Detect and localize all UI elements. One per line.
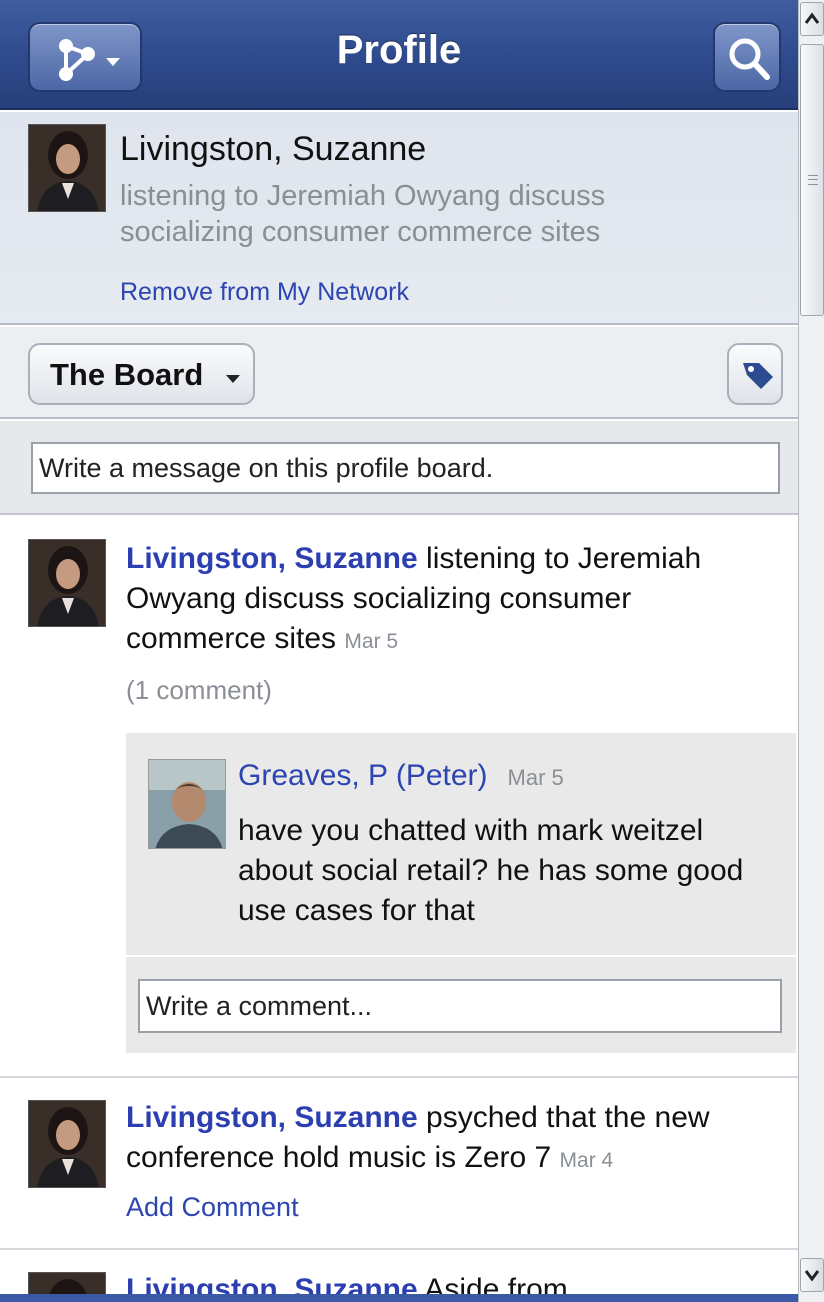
profile-status: listening to Jeremiah Owyang discuss soc…: [120, 180, 606, 248]
comment-divider: [126, 955, 796, 957]
post-text: Livingston, Suzanne listening to Jeremia…: [126, 539, 766, 662]
board-message-input[interactable]: [31, 442, 780, 494]
profile-name: Livingston, Suzanne: [120, 130, 427, 168]
scroll-up-button[interactable]: [800, 2, 824, 36]
comment-thread: Greaves, P (Peter) Mar 5 have you chatted…: [126, 733, 796, 1053]
comment-author-link[interactable]: Greaves, P (Peter): [238, 759, 488, 792]
header-bar: Profile: [0, 0, 798, 110]
grip-icon: [808, 175, 818, 185]
tag-icon: [743, 363, 773, 389]
board-post: Livingston, Suzanne psyched that the new…: [0, 1078, 798, 1248]
comment-avatar[interactable]: [148, 759, 226, 849]
post-avatar[interactable]: [28, 1100, 106, 1188]
post-text: Livingston, Suzanne Aside from: [126, 1270, 766, 1294]
profile-summary: Livingston, Suzanne listening to Jeremia…: [0, 112, 798, 325]
comment-count[interactable]: (1 comment): [126, 675, 272, 706]
board-selector[interactable]: The Board: [28, 343, 255, 405]
chevron-down-icon: [226, 375, 240, 383]
scrollbar-thumb[interactable]: [800, 44, 824, 316]
post-date: Mar 4: [559, 1149, 614, 1172]
app-window: Profile Livingston, Suzanne listening to…: [0, 0, 798, 1302]
post-author-link[interactable]: Livingston, Suzanne: [126, 542, 418, 575]
tag-button[interactable]: [727, 343, 783, 405]
chevron-up-icon: [804, 12, 820, 24]
comment-header: Greaves, P (Peter) Mar 5: [238, 759, 564, 793]
comment-input[interactable]: [138, 979, 782, 1033]
board-selector-label: The Board: [50, 357, 204, 392]
profile-avatar[interactable]: [28, 124, 106, 212]
search-button[interactable]: [713, 22, 781, 92]
post-avatar[interactable]: [28, 1272, 106, 1294]
post-avatar[interactable]: [28, 539, 106, 627]
remove-from-network-link[interactable]: Remove from My Network: [120, 278, 409, 307]
message-bar: [0, 421, 798, 515]
bottom-edge: [0, 1294, 798, 1302]
comment-text: have you chatted with mark weitzel about…: [238, 814, 744, 927]
chevron-down-icon: [804, 1270, 820, 1282]
comment-date: Mar 5: [507, 765, 564, 790]
page-title: Profile: [336, 28, 462, 72]
post-body: Aside from: [417, 1273, 568, 1294]
post-text: Livingston, Suzanne psyched that the new…: [126, 1098, 766, 1181]
post-author-link[interactable]: Livingston, Suzanne: [126, 1101, 418, 1134]
post-author-link[interactable]: Livingston, Suzanne: [126, 1273, 418, 1294]
post-date: Mar 5: [344, 630, 399, 653]
scroll-down-button[interactable]: [800, 1258, 824, 1292]
board-toolbar: The Board: [0, 327, 798, 419]
board-post: Livingston, Suzanne Aside from: [0, 1250, 798, 1294]
vertical-scrollbar[interactable]: [798, 0, 824, 1302]
add-comment-link[interactable]: Add Comment: [126, 1192, 299, 1223]
search-icon: [729, 38, 770, 80]
